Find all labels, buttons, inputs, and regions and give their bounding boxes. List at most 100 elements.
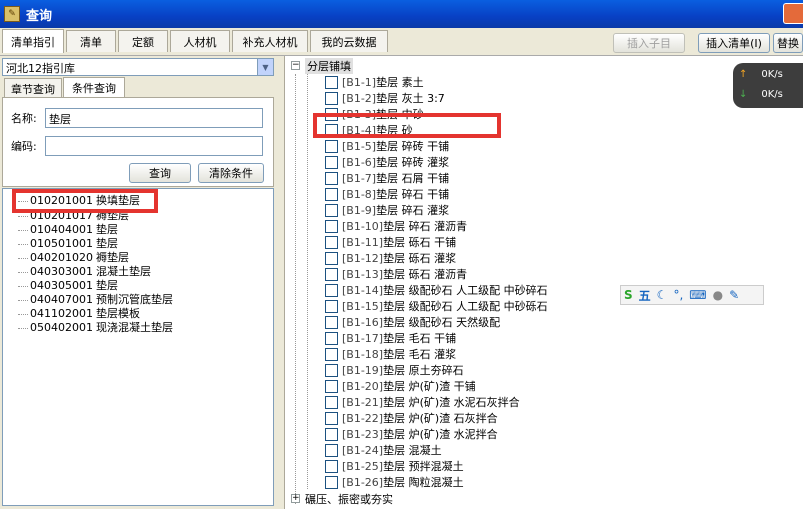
checkbox[interactable] [325, 91, 338, 105]
checkbox[interactable] [325, 235, 338, 249]
tree-item[interactable]: [B1-24] 垫层 混凝土 [325, 442, 442, 458]
highlight-box [12, 189, 158, 213]
checkbox[interactable] [325, 267, 338, 281]
code-label: 编码: [11, 140, 37, 153]
tab-quota[interactable]: 定额 [118, 30, 168, 52]
tree-item[interactable]: [B1-12] 垫层 砾石 灌浆 [325, 250, 456, 266]
list-item[interactable]: 040201020 褥垫层 [3, 249, 129, 264]
checkbox[interactable] [325, 475, 338, 489]
list-item[interactable]: 050402001 现浇混凝土垫层 [3, 319, 173, 334]
name-field[interactable]: 垫层 [45, 108, 263, 128]
tab-materials[interactable]: 人材机 [170, 30, 230, 52]
tree-item[interactable]: [B1-25] 垫层 预拌混凝土 [325, 458, 464, 474]
tree-item[interactable]: [B1-11] 垫层 砾石 干铺 [325, 234, 456, 250]
tree-item[interactable]: [B1-6] 垫层 碎砖 灌浆 [325, 154, 449, 170]
tree-item[interactable]: [B1-5] 垫层 碎砖 干铺 [325, 138, 449, 154]
tree-item[interactable]: [B1-20] 垫层 炉(矿)渣 干铺 [325, 378, 476, 394]
checkbox[interactable] [325, 395, 338, 409]
insert-child-button[interactable]: 插入子目 [613, 33, 685, 53]
close-button[interactable] [783, 3, 803, 24]
tree-group-layered-fill[interactable]: 分层铺填 [305, 58, 353, 74]
user-icon[interactable]: ● [713, 288, 723, 302]
checkbox[interactable] [325, 459, 338, 473]
collapse-icon[interactable]: − [291, 61, 300, 70]
tab-chapter-query[interactable]: 章节查询 [4, 78, 62, 98]
tree-item[interactable]: [B1-13] 垫层 砾石 灌沥青 [325, 266, 467, 282]
name-label: 名称: [11, 112, 37, 125]
tree-item[interactable]: [B1-19] 垫层 原土夯碎石 [325, 362, 464, 378]
tree-item[interactable]: [B1-10] 垫层 碎石 灌沥青 [325, 218, 467, 234]
wrench-icon[interactable]: ✎ [729, 288, 739, 302]
sogou-logo-icon[interactable]: S [624, 288, 633, 302]
punctuation-icon[interactable]: °, [673, 288, 683, 302]
checkbox[interactable] [325, 347, 338, 361]
query-button[interactable]: 查询 [129, 163, 191, 183]
checkbox[interactable] [325, 315, 338, 329]
checkbox[interactable] [325, 251, 338, 265]
clear-conditions-button[interactable]: 清除条件 [198, 163, 264, 183]
chevron-down-icon[interactable]: ▼ [257, 59, 273, 75]
list-item[interactable]: 010404001 垫层 [3, 221, 118, 236]
window-title: 查询 [26, 8, 53, 24]
checkbox[interactable] [325, 75, 338, 89]
tree-item[interactable]: [B1-17] 垫层 毛石 干铺 [325, 330, 456, 346]
checkbox[interactable] [325, 203, 338, 217]
download-arrow-icon: ↓ [739, 89, 748, 100]
checkbox[interactable] [325, 379, 338, 393]
tree-item[interactable]: [B1-8] 垫层 碎石 干铺 [325, 186, 449, 202]
tree-group-compaction[interactable]: 碾压、振密或夯实 [305, 491, 393, 507]
tree-item[interactable]: [B1-16] 垫层 级配砂石 天然级配 [325, 314, 500, 330]
ime-toolbar[interactable]: S 五 ☾ °, ⌨ ● ✎ [620, 285, 764, 305]
insert-list-button[interactable]: 插入清单(I) [698, 33, 770, 53]
tree-item[interactable]: [B1-2] 垫层 灰土 3:7 [325, 90, 445, 106]
tree-item[interactable]: [B1-22] 垫层 炉(矿)渣 石灰拌合 [325, 410, 498, 426]
checkbox[interactable] [325, 187, 338, 201]
tree-item[interactable]: [B1-9] 垫层 碎石 灌浆 [325, 202, 449, 218]
results-list: 010201001 换填垫层 010201017 褥垫层 010404001 垫层 0… [2, 188, 274, 506]
checkbox[interactable] [325, 331, 338, 345]
tree-item[interactable]: [B1-7] 垫层 石屑 干铺 [325, 170, 449, 186]
list-item[interactable]: 040303001 混凝土垫层 [3, 263, 151, 278]
title-bar: ✎ 查询 [0, 0, 803, 28]
moon-icon[interactable]: ☾ [657, 288, 668, 302]
tree-item[interactable]: [B1-21] 垫层 炉(矿)渣 水泥石灰拌合 [325, 394, 520, 410]
checkbox[interactable] [325, 427, 338, 441]
upload-speed: 0K/s [761, 69, 783, 80]
condition-panel: 名称: 垫层 编码: 查询 清除条件 [2, 97, 274, 187]
code-field[interactable] [45, 136, 263, 156]
wubi-mode-icon[interactable]: 五 [639, 287, 651, 304]
checkbox[interactable] [325, 219, 338, 233]
checkbox[interactable] [325, 155, 338, 169]
tab-list-guide[interactable]: 清单指引 [2, 29, 64, 53]
network-speed-widget[interactable]: ↑ 0K/s ↓ 0K/s [733, 63, 803, 108]
checkbox[interactable] [325, 283, 338, 297]
tree-item[interactable]: [B1-23] 垫层 炉(矿)渣 水泥拌合 [325, 426, 498, 442]
library-select[interactable]: 河北12指引库 ▼ [2, 58, 274, 76]
tree-item[interactable]: [B1-26] 垫层 陶粒混凝土 [325, 474, 464, 490]
tab-cloud-data[interactable]: 我的云数据 [310, 30, 388, 52]
tree-item[interactable]: [B1-18] 垫层 毛石 灌浆 [325, 346, 456, 362]
tree-item[interactable]: [B1-14] 垫层 级配砂石 人工级配 中砂碎石 [325, 282, 548, 298]
tab-list[interactable]: 清单 [66, 30, 116, 52]
upload-arrow-icon: ↑ [739, 69, 748, 80]
checkbox[interactable] [325, 139, 338, 153]
checkbox[interactable] [325, 411, 338, 425]
list-item[interactable]: 041102001 垫层模板 [3, 305, 140, 320]
download-speed: 0K/s [761, 89, 783, 100]
list-item[interactable]: 010501001 垫层 [3, 235, 118, 250]
checkbox[interactable] [325, 299, 338, 313]
checkbox[interactable] [325, 363, 338, 377]
list-item[interactable]: 040407001 预制沉管底垫层 [3, 291, 173, 306]
checkbox[interactable] [325, 443, 338, 457]
list-item[interactable]: 040305001 垫层 [3, 277, 118, 292]
tab-supplement-materials[interactable]: 补充人材机 [232, 30, 308, 52]
tree-item[interactable]: [B1-15] 垫层 级配砂石 人工级配 中砂砾石 [325, 298, 548, 314]
tab-condition-query[interactable]: 条件查询 [63, 77, 125, 98]
highlight-box [313, 113, 501, 138]
keyboard-icon[interactable]: ⌨ [689, 288, 706, 302]
splitter[interactable] [276, 56, 284, 509]
replace-button[interactable]: 替换 [773, 33, 803, 53]
checkbox[interactable] [325, 171, 338, 185]
tree-item[interactable]: [B1-1] 垫层 素土 [325, 74, 424, 90]
expand-icon[interactable]: + [291, 494, 300, 503]
